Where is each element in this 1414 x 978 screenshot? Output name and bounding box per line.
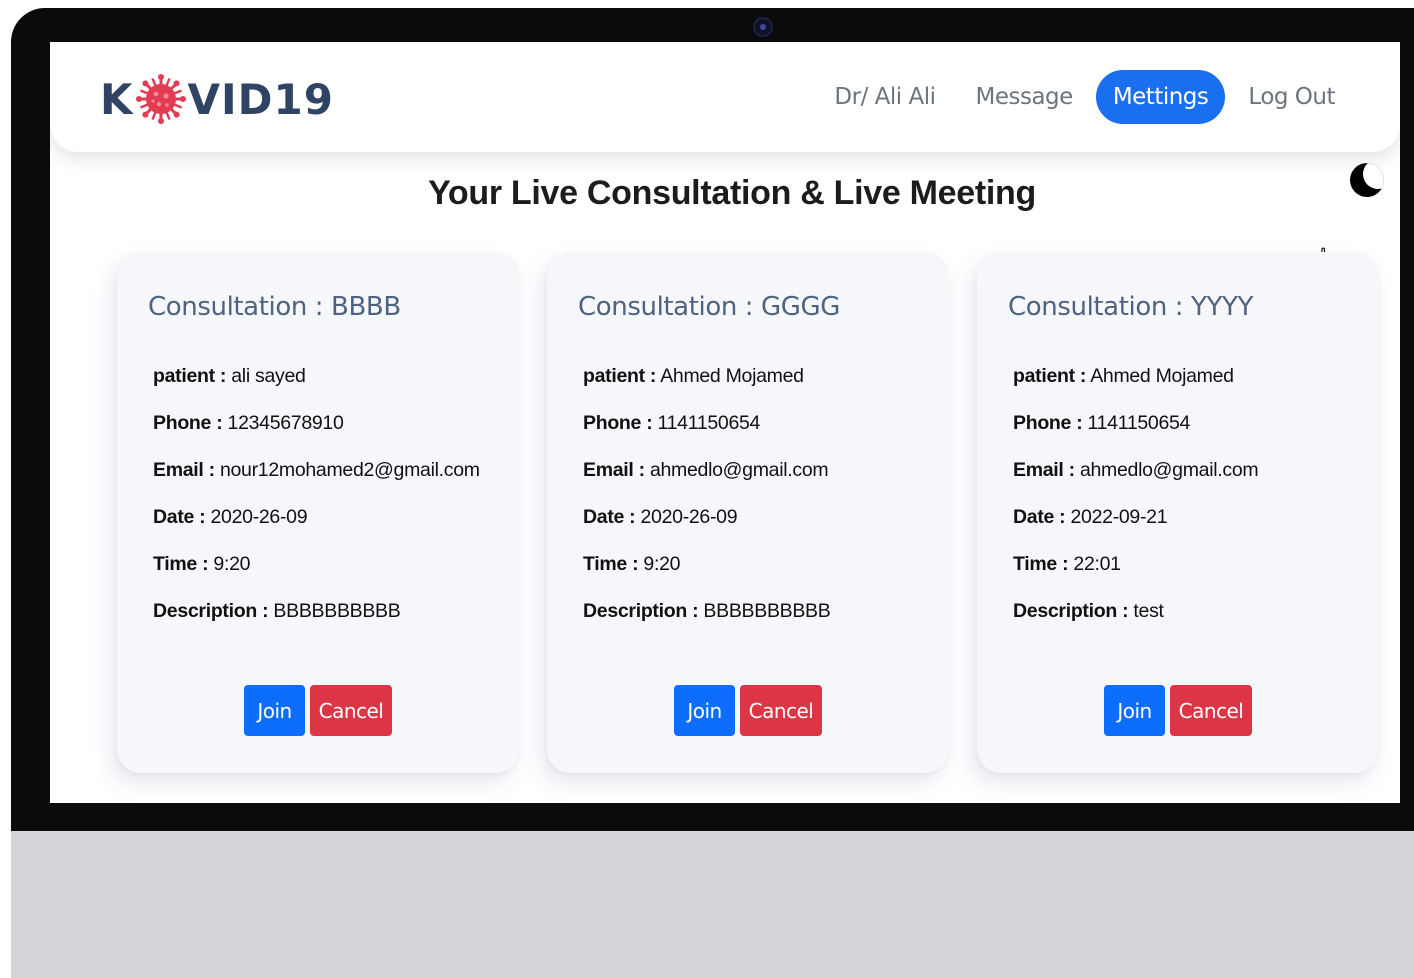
description-value: test — [1133, 600, 1164, 622]
description-value: BBBBBBBBBB — [703, 600, 831, 622]
date-label: Date : — [583, 506, 636, 528]
join-button[interactable]: Join — [674, 685, 735, 736]
time-label: Time : — [583, 553, 639, 575]
phone-field: Phone : 1141150654 — [1013, 412, 1190, 435]
patient-field: patient : Ahmed Mojamed — [1013, 365, 1234, 388]
patient-value: Ahmed Mojamed — [1090, 365, 1234, 387]
email-field: Email : ahmedlo@gmail.com — [583, 459, 829, 482]
date-value: 2020-26-09 — [210, 506, 308, 528]
patient-label: patient : — [583, 365, 657, 387]
email-label: Email : — [1013, 459, 1075, 481]
description-label: Description : — [583, 600, 699, 622]
consultation-title: Consultation : YYYY — [1008, 292, 1253, 322]
phone-value: 12345678910 — [227, 412, 344, 434]
time-value: 9:20 — [643, 553, 681, 575]
time-value: 9:20 — [213, 553, 251, 575]
time-label: Time : — [1013, 553, 1069, 575]
brand-logo[interactable]: K VID19 — [100, 74, 334, 124]
phone-value: 1141150654 — [657, 412, 761, 434]
time-label: Time : — [153, 553, 209, 575]
phone-field: Phone : 12345678910 — [153, 412, 344, 435]
patient-label: patient : — [153, 365, 227, 387]
patient-value: Ahmed Mojamed — [660, 365, 804, 387]
patient-label: patient : — [1013, 365, 1087, 387]
virus-icon — [135, 74, 186, 124]
date-field: Date : 2020-26-09 — [153, 506, 308, 529]
email-label: Email : — [583, 459, 645, 481]
navbar: K VID19 Dr/ Ali Ali Message Mettings Log… — [50, 42, 1400, 152]
description-field: Description : BBBBBBBBBB — [153, 600, 401, 623]
nav-meetings[interactable]: Mettings — [1095, 70, 1226, 124]
consultation-card: Consultation : BBBB patient : ali sayed … — [117, 252, 519, 773]
description-value: BBBBBBBBBB — [273, 600, 401, 622]
patient-field: patient : Ahmed Mojamed — [583, 365, 804, 388]
time-field: Time : 9:20 — [153, 553, 250, 576]
patient-value: ali sayed — [231, 365, 306, 387]
description-label: Description : — [1013, 600, 1129, 622]
date-field: Date : 2022-09-21 — [1013, 506, 1168, 529]
description-field: Description : test — [1013, 600, 1164, 623]
phone-field: Phone : 1141150654 — [583, 412, 760, 435]
phone-value: 1141150654 — [1087, 412, 1191, 434]
screen: K VID19 Dr/ Ali Ali Message Mettings Log… — [50, 42, 1400, 803]
cancel-button[interactable]: Cancel — [740, 685, 822, 736]
monitor-stand — [11, 831, 1414, 978]
consultation-card: Consultation : YYYY patient : Ahmed Moja… — [977, 252, 1379, 773]
consultation-card: Consultation : GGGG patient : Ahmed Moja… — [547, 252, 949, 773]
nav-doctor-name[interactable]: Dr/ Ali Ali — [817, 70, 952, 124]
page-title: Your Live Consultation & Live Meeting — [428, 174, 1036, 212]
phone-label: Phone : — [153, 412, 223, 434]
cancel-button[interactable]: Cancel — [310, 685, 392, 736]
nav-links: Dr/ Ali Ali Message Mettings Log Out — [817, 66, 1352, 128]
time-field: Time : 22:01 — [1013, 553, 1121, 576]
cancel-button[interactable]: Cancel — [1170, 685, 1252, 736]
logo-text: VID19 — [187, 74, 334, 124]
time-value: 22:01 — [1073, 553, 1121, 575]
email-value: nour12mohamed2@gmail.com — [219, 459, 480, 481]
date-field: Date : 2020-26-09 — [583, 506, 738, 529]
phone-label: Phone : — [583, 412, 653, 434]
description-label: Description : — [153, 600, 269, 622]
date-label: Date : — [153, 506, 206, 528]
email-field: Email : nour12mohamed2@gmail.com — [153, 459, 480, 482]
nav-message[interactable]: Message — [959, 70, 1090, 124]
email-field: Email : ahmedlo@gmail.com — [1013, 459, 1259, 482]
date-value: 2022-09-21 — [1070, 506, 1168, 528]
patient-field: patient : ali sayed — [153, 365, 306, 388]
nav-logout[interactable]: Log Out — [1231, 70, 1352, 124]
date-label: Date : — [1013, 506, 1066, 528]
join-button[interactable]: Join — [244, 685, 305, 736]
description-field: Description : BBBBBBBBBB — [583, 600, 831, 623]
date-value: 2020-26-09 — [640, 506, 738, 528]
logo-letter: K — [100, 74, 134, 124]
consultation-title: Consultation : BBBB — [148, 292, 401, 322]
phone-label: Phone : — [1013, 412, 1083, 434]
email-value: ahmedlo@gmail.com — [649, 459, 829, 481]
email-label: Email : — [153, 459, 215, 481]
join-button[interactable]: Join — [1104, 685, 1165, 736]
webcam — [753, 17, 773, 37]
consultation-title: Consultation : GGGG — [578, 292, 840, 322]
time-field: Time : 9:20 — [583, 553, 680, 576]
email-value: ahmedlo@gmail.com — [1079, 459, 1259, 481]
